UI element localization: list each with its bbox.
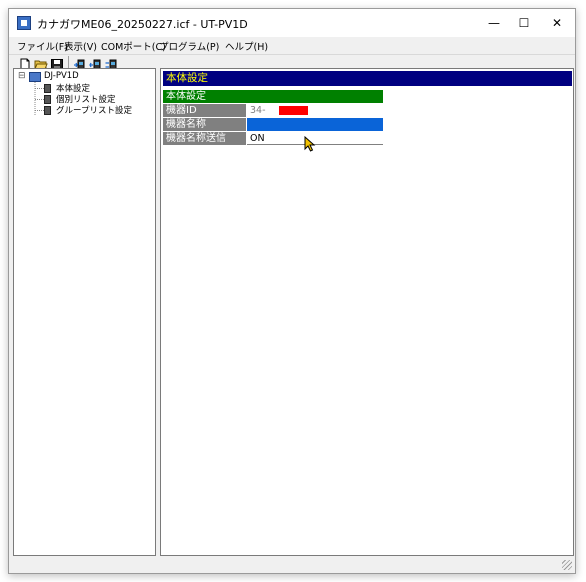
settings-pane: 本体設定 本体設定 機器ID 34- 機器名称 機器名称送信 ON [160,68,574,556]
menu-bar: ファイル(F) 表示(V) COMポート(C) プログラム(P) ヘルプ(H) [9,37,575,54]
menu-view[interactable]: 表示(V) [64,39,97,53]
title-bar: カナガワME06_20250227.icf - UT-PV1D — ☐ ✕ [9,9,575,37]
menu-com-port[interactable]: COMポート(C) [101,39,166,53]
menu-help[interactable]: ヘルプ(H) [225,39,268,53]
mouse-cursor-icon [304,136,316,152]
device-icon [29,72,41,82]
tree-pane: ⊟ DJ-PV1D 本体設定 個別リスト設定 グループリスト設定 [13,68,156,556]
tree-item-group-list[interactable]: グループリスト設定 [56,104,132,116]
minimize-button[interactable]: — [479,13,509,33]
device-name-label: 機器名称 [163,118,246,131]
close-button[interactable]: ✕ [542,13,572,33]
resize-grip[interactable] [562,560,572,570]
device-id-value: 34- [250,105,266,116]
window-title: カナガワME06_20250227.icf - UT-PV1D [37,18,248,31]
device-name-send-label: 機器名称送信 [163,132,246,145]
app-icon [17,16,31,30]
document-icon [44,84,51,93]
app-window: カナガワME06_20250227.icf - UT-PV1D — ☐ ✕ ファ… [8,8,576,574]
document-icon [44,106,51,115]
menu-program[interactable]: プログラム(P) [159,39,219,53]
section-header: 本体設定 [163,90,383,103]
tree-root-item[interactable]: DJ-PV1D [44,71,79,81]
device-id-redaction [279,106,308,115]
device-id-field[interactable]: 34- [247,104,383,117]
document-icon [44,95,51,104]
tree-collapse-toggle[interactable]: ⊟ [18,71,26,81]
maximize-button[interactable]: ☐ [509,13,539,33]
status-bar [9,558,575,573]
device-name-field[interactable] [247,118,383,131]
menu-file[interactable]: ファイル(F) [17,39,68,53]
device-id-label: 機器ID [163,104,246,117]
panel-header: 本体設定 [163,71,572,86]
